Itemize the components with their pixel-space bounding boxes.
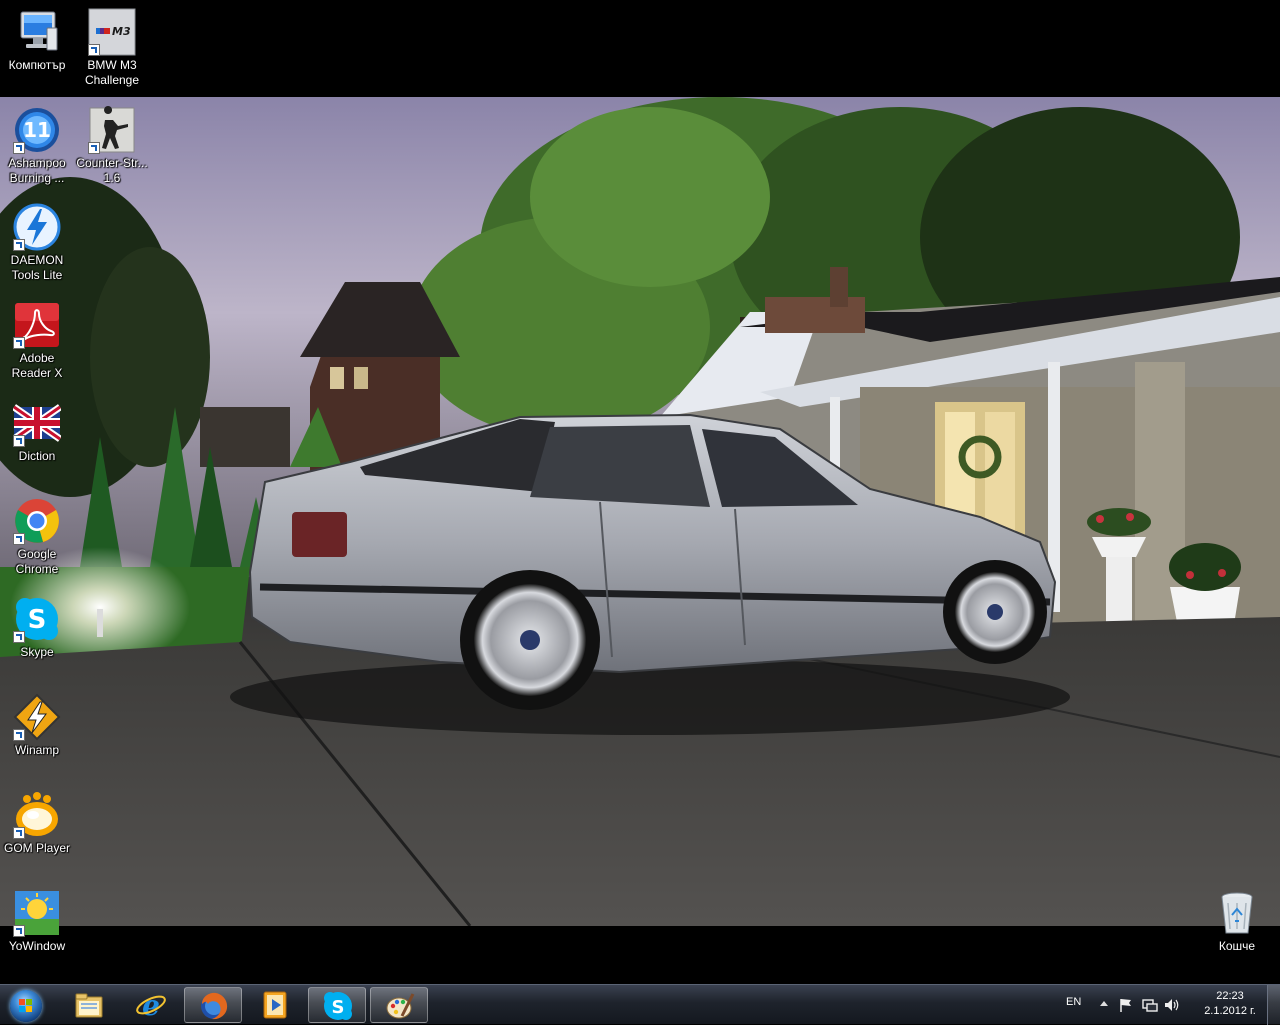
- desktop-icon-adobe-reader[interactable]: Adobe Reader X: [0, 301, 74, 381]
- shortcut-arrow-icon: [13, 729, 25, 741]
- desktop-icon-label: Компютър: [8, 58, 66, 72]
- explorer-folder-icon: [75, 993, 103, 1018]
- ashampoo-burning-icon: 11: [13, 106, 61, 154]
- desktop-icon-daemon-tools[interactable]: DAEMON Tools Lite: [0, 203, 74, 283]
- media-player-icon: [263, 991, 287, 1019]
- m3-badge-text: M3: [112, 25, 131, 38]
- adobe-reader-icon: [13, 301, 61, 349]
- show-hidden-icons-chevron-icon[interactable]: [1100, 1001, 1108, 1006]
- desktop-icon-computer[interactable]: Компютър: [0, 8, 74, 73]
- computer-icon: [13, 8, 61, 56]
- shortcut-arrow-icon: [13, 631, 25, 643]
- winamp-icon: [13, 693, 61, 741]
- desktop-icon-ashampoo-burning[interactable]: 11 Ashampoo Burning ...: [0, 106, 74, 186]
- wallpaper-scene: [0, 97, 1280, 926]
- shortcut-arrow-icon: [13, 533, 25, 545]
- taskbar-explorer-button[interactable]: [60, 987, 118, 1023]
- counter-strike-icon: [88, 106, 136, 154]
- desktop-icon-label: BMW M3 Challenge: [84, 58, 140, 87]
- taskbar-skype-button[interactable]: S: [308, 987, 366, 1023]
- diction-uk-flag-icon: [13, 399, 61, 447]
- desktop-wallpaper: [0, 97, 1280, 926]
- clock-time: 22:23: [1216, 990, 1244, 1002]
- shortcut-arrow-icon: [88, 142, 100, 154]
- taskbar-firefox-button[interactable]: [184, 987, 242, 1023]
- desktop-icon-yowindow[interactable]: YoWindow: [0, 889, 74, 954]
- shortcut-arrow-icon: [13, 239, 25, 251]
- recycle-bin-icon: [1213, 889, 1261, 937]
- clock-date: 2.1.2012 г.: [1204, 1005, 1256, 1017]
- wallpaper-letterbox-top: [0, 0, 1280, 97]
- desktop-icon-label: YoWindow: [8, 939, 66, 953]
- wallpaper-letterbox-bottom: [0, 926, 1280, 984]
- taskbar-media-player-button[interactable]: [246, 987, 304, 1023]
- desktop-icon-label: Skype: [20, 645, 54, 659]
- desktop-icon-label: Google Chrome: [15, 547, 59, 576]
- firefox-icon: [201, 992, 228, 1020]
- taskbar-paint-button[interactable]: [370, 987, 428, 1023]
- shortcut-arrow-icon: [13, 435, 25, 447]
- gom-player-icon: [13, 791, 61, 839]
- desktop-icon-recycle-bin[interactable]: Кошче: [1200, 889, 1274, 954]
- ashampoo-badge-text: 11: [23, 118, 51, 142]
- network-icon[interactable]: [1142, 997, 1158, 1013]
- desktop-icon-bmw-m3-challenge[interactable]: M3 BMW M3 Challenge: [75, 8, 149, 88]
- desktop-icon-diction[interactable]: Diction: [0, 399, 74, 464]
- clock[interactable]: 22:23 2.1.2012 г.: [1190, 989, 1270, 1019]
- chrome-icon: [13, 497, 61, 545]
- yowindow-icon: [13, 889, 61, 937]
- paint-icon: [386, 993, 415, 1019]
- shortcut-arrow-icon: [13, 337, 25, 349]
- daemon-tools-icon: [13, 203, 61, 251]
- skype-glyph: S: [332, 997, 345, 1018]
- desktop-icon-label: Diction: [18, 449, 56, 463]
- desktop-icon-winamp[interactable]: Winamp: [0, 693, 74, 758]
- desktop-icon-label: GOM Player: [3, 841, 70, 855]
- windows-start-orb-icon: [10, 990, 42, 1022]
- language-indicator[interactable]: EN: [1066, 996, 1081, 1008]
- shortcut-arrow-icon: [13, 925, 25, 937]
- skype-icon: S: [13, 595, 61, 643]
- volume-icon[interactable]: [1164, 997, 1180, 1013]
- desktop-icon-label: DAEMON Tools Lite: [10, 253, 64, 282]
- desktop-icon-label: Ashampoo Burning ...: [8, 156, 66, 185]
- action-center-flag-icon[interactable]: [1118, 997, 1134, 1013]
- desktop-icon-label: Counter-Str... 1.6: [76, 156, 148, 185]
- start-button[interactable]: [3, 986, 47, 1024]
- desktop-icon-google-chrome[interactable]: Google Chrome: [0, 497, 74, 577]
- bmw-m3-icon: M3: [88, 8, 136, 56]
- desktop-icon-label: Кошче: [1218, 939, 1256, 953]
- desktop-icon-counter-strike[interactable]: Counter-Str... 1.6: [75, 106, 149, 186]
- desktop-icon-label: Winamp: [14, 743, 59, 757]
- skype-icon: S: [324, 992, 352, 1020]
- taskbar-internet-explorer-button[interactable]: e: [122, 987, 180, 1023]
- system-tray: EN 22:23 2.1.2012 г.: [1040, 985, 1280, 1025]
- shortcut-arrow-icon: [13, 142, 25, 154]
- ie-glyph: e: [142, 989, 160, 1021]
- desktop-icon-skype[interactable]: S Skype: [0, 595, 74, 660]
- show-desktop-button[interactable]: [1267, 985, 1280, 1025]
- shortcut-arrow-icon: [13, 827, 25, 839]
- desktop-icon-label: Adobe Reader X: [11, 351, 63, 380]
- shortcut-arrow-icon: [88, 44, 100, 56]
- internet-explorer-icon: e: [136, 989, 166, 1021]
- skype-badge-text: S: [28, 605, 47, 635]
- desktop-icon-gom-player[interactable]: GOM Player: [0, 791, 74, 856]
- taskbar: e S EN 22:23 2.1.2012 г.: [0, 984, 1280, 1025]
